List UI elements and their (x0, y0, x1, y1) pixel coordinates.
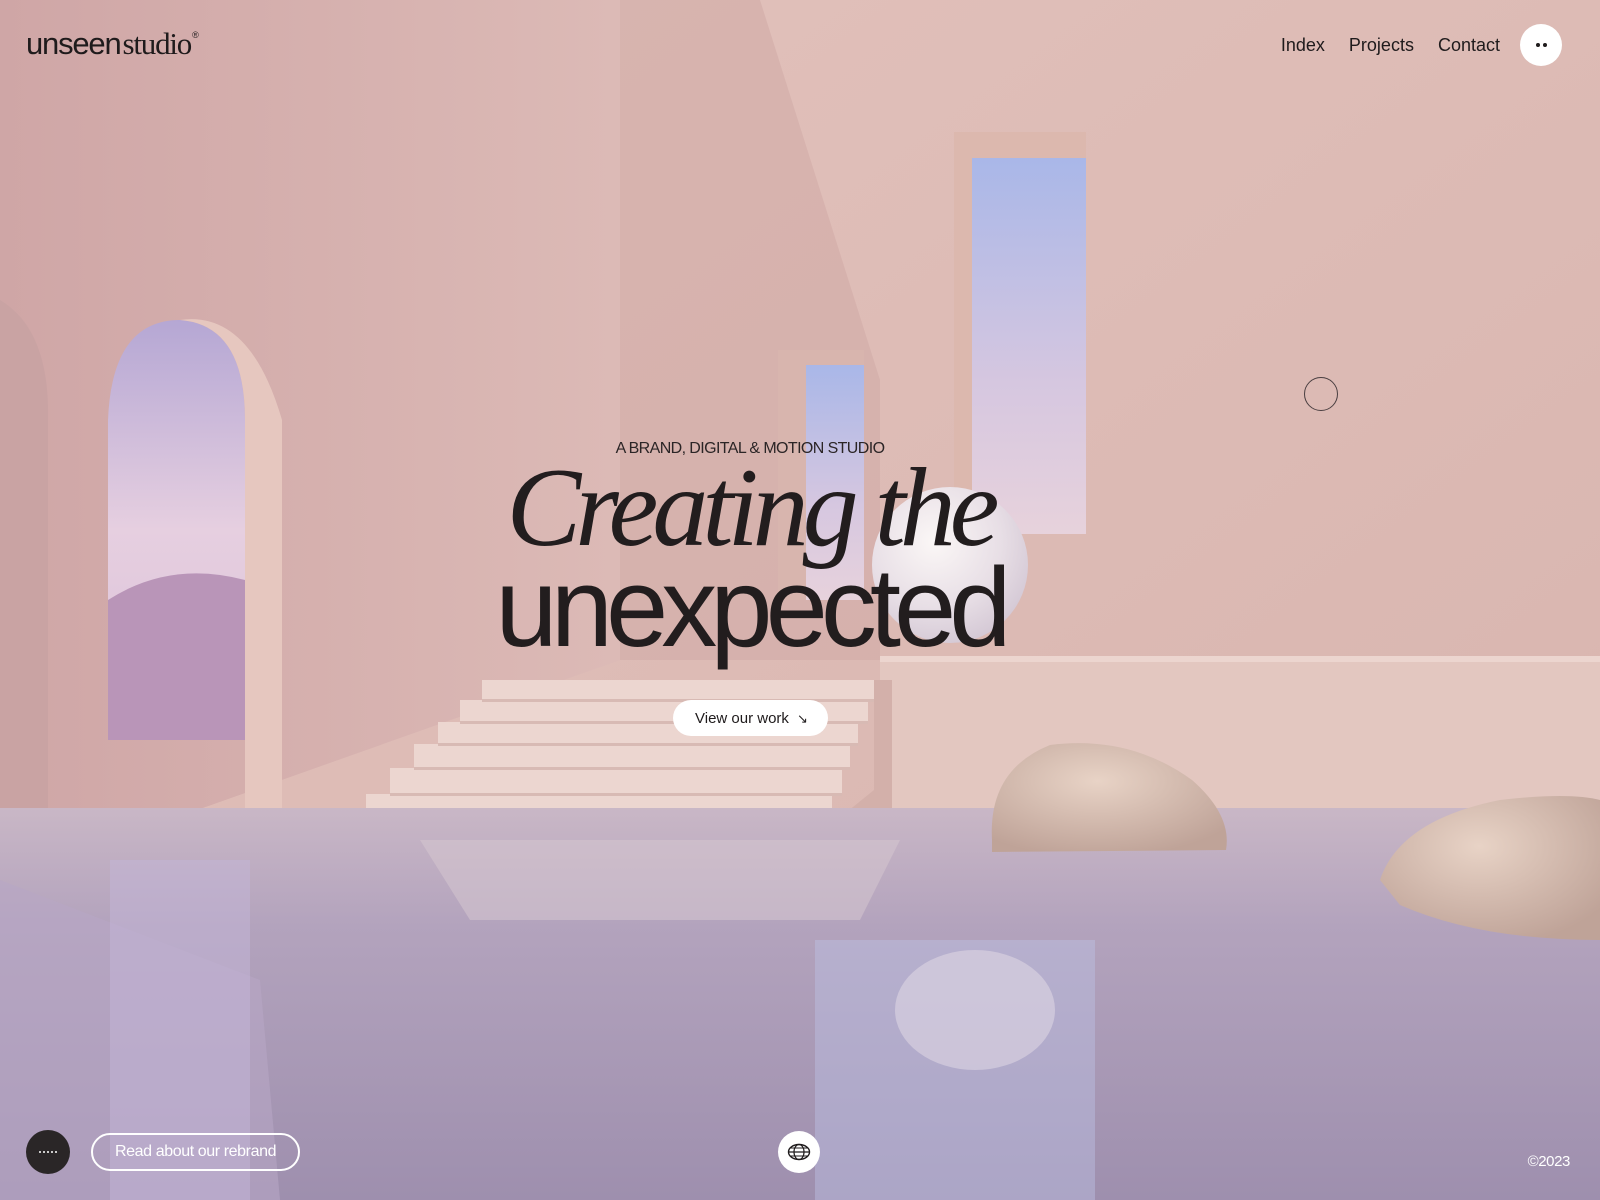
view-our-work-button[interactable]: View our work ↘ (673, 700, 828, 736)
logo-wordmark-primary: unseen (26, 26, 122, 61)
two-dots-menu-icon (1535, 43, 1547, 47)
arrow-down-right-icon: ↘ (796, 710, 808, 726)
dots-icon (39, 1151, 57, 1153)
read-about-rebrand-button[interactable]: Read about our rebrand (91, 1133, 301, 1171)
copyright: ©2023 (1527, 1153, 1571, 1170)
brand-logo[interactable]: unseenstudio® (26, 26, 199, 62)
globe-icon (787, 1143, 811, 1161)
logo-wordmark-secondary: studio (122, 26, 193, 61)
view-our-work-label: View our work (695, 709, 789, 727)
nav-link-index[interactable]: Index (1281, 35, 1325, 56)
page: unseenstudio® Index Projects Contact A B… (0, 0, 1600, 1200)
menu-button[interactable] (1520, 24, 1562, 66)
cursor-circle (1304, 377, 1338, 411)
dots-button[interactable] (26, 1130, 70, 1174)
nav-link-contact[interactable]: Contact (1438, 35, 1500, 56)
hero-headline-line2: unexpected (495, 545, 1011, 670)
globe-button[interactable] (778, 1131, 820, 1173)
registered-mark: ® (192, 30, 199, 40)
nav-link-projects[interactable]: Projects (1349, 35, 1414, 56)
main-nav: Index Projects Contact (1257, 24, 1562, 66)
